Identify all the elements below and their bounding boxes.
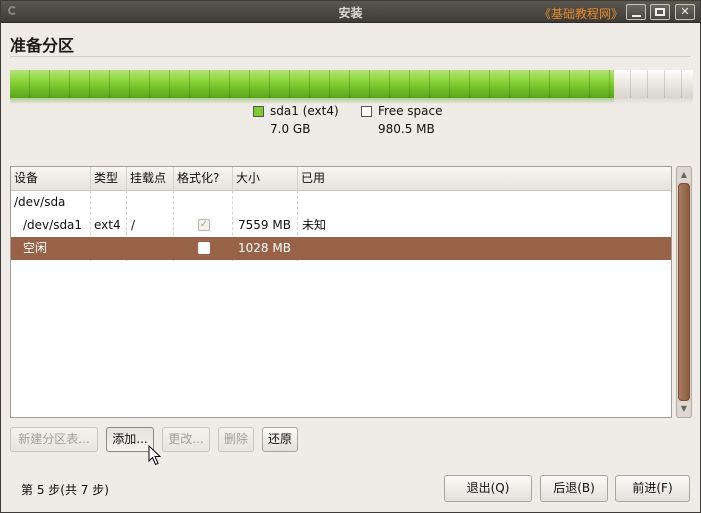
column-header-mount[interactable]: 挂载点 [127, 167, 174, 191]
partition-segment-sda1 [10, 70, 614, 98]
title-bar[interactable]: 安装 《基础教程网》 ✕ [1, 1, 700, 23]
change-partition-button[interactable]: 更改... [162, 427, 210, 452]
legend-label: sda1 (ext4) [270, 104, 339, 118]
cell-mount: / [131, 218, 136, 232]
column-header-used[interactable]: 已用 [298, 167, 671, 191]
quit-button[interactable]: 退出(Q) [444, 475, 532, 502]
legend-size: 7.0 GB [270, 122, 311, 136]
title-divider [10, 56, 691, 57]
minimize-icon [631, 15, 641, 17]
cell-size: 1028 MB [238, 241, 291, 255]
legend-size: 980.5 MB [378, 122, 435, 136]
new-partition-table-button[interactable]: 新建分区表... [10, 427, 98, 452]
installer-window: 安装 《基础教程网》 ✕ 准备分区 sda1 (ext4) 7.0 GB Fre… [0, 0, 701, 513]
cell-used: 未知 [302, 218, 327, 232]
page-title: 准备分区 [10, 36, 75, 55]
back-button[interactable]: 后退(B) [540, 475, 608, 502]
minimize-button[interactable] [626, 4, 646, 20]
cell-device: /dev/sda [14, 195, 66, 209]
table-scrollbar[interactable]: ▲ ▼ [676, 166, 692, 418]
cell-type: ext4 [94, 218, 121, 232]
add-partition-button[interactable]: 添加... [106, 427, 154, 452]
close-icon: ✕ [680, 5, 690, 18]
scroll-up-icon[interactable]: ▲ [677, 168, 691, 182]
cell-device: /dev/sda1 [23, 218, 83, 232]
legend-swatch-free [361, 106, 372, 117]
maximize-icon [655, 8, 665, 16]
close-button[interactable]: ✕ [675, 4, 695, 20]
partition-bar [10, 70, 693, 104]
legend-label: Free space [378, 104, 443, 118]
cell-size: 7559 MB [238, 218, 291, 232]
legend-swatch-sda1 [253, 106, 264, 117]
step-indicator: 第 5 步(共 7 步) [21, 483, 109, 497]
cell-device: 空闲 [23, 241, 48, 255]
mouse-pointer-icon [148, 445, 162, 466]
revert-button[interactable]: 还原 [262, 427, 298, 452]
format-checkbox-checked[interactable]: ✓ [198, 219, 210, 231]
table-row-sda[interactable]: /dev/sda [11, 191, 671, 214]
table-row-sda1[interactable]: /dev/sda1 ext4 / ✓ 7559 MB 未知 [11, 214, 671, 237]
column-header-device[interactable]: 设备 [11, 167, 91, 191]
column-header-size[interactable]: 大小 [233, 167, 298, 191]
format-checkbox-unchecked[interactable] [198, 242, 210, 254]
table-row-free[interactable]: 空闲 1028 MB [11, 237, 671, 260]
maximize-button[interactable] [650, 4, 670, 20]
column-header-format[interactable]: 格式化? [174, 167, 233, 191]
forward-button[interactable]: 前进(F) [615, 475, 690, 502]
column-header-type[interactable]: 类型 [91, 167, 127, 191]
scroll-down-icon[interactable]: ▼ [677, 402, 691, 416]
partition-table: 设备 类型 挂载点 格式化? 大小 已用 /dev/sda /dev/sda1 … [10, 166, 672, 418]
partition-segment-free [614, 70, 693, 98]
table-header: 设备 类型 挂载点 格式化? 大小 已用 [11, 167, 671, 191]
watermark-text: 《基础教程网》 [539, 7, 624, 21]
scrollbar-thumb[interactable] [678, 183, 690, 401]
delete-partition-button[interactable]: 删除 [218, 427, 254, 452]
